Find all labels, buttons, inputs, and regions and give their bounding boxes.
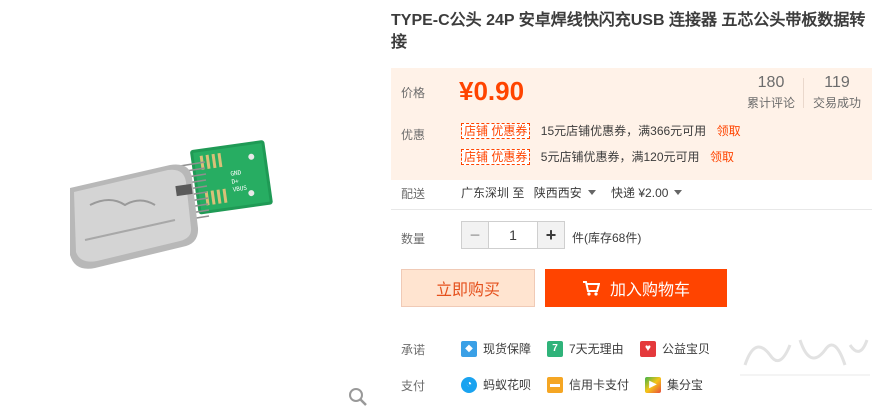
charity-heart-icon: ♥ <box>640 340 656 357</box>
coupon-label: 优惠 <box>401 128 426 142</box>
payment-huabei[interactable]: ◔ 蚂蚁花呗 <box>461 376 531 393</box>
claim-coupon-link[interactable]: 领取 <box>717 124 741 138</box>
seven-day-icon: 7 <box>547 340 563 357</box>
stock-info: 件(库存68件) <box>572 231 642 245</box>
payment-text: 集分宝 <box>667 378 704 392</box>
quantity-stepper: − 1 + <box>461 221 565 249</box>
price-panel: 价格 ¥0.90 180 累计评论 119 交易成功 优惠 店铺 优惠券 15元… <box>391 68 872 180</box>
delivery-label: 配送 <box>401 187 426 201</box>
watermark-logo <box>735 325 875 385</box>
decrease-button[interactable]: − <box>461 221 489 249</box>
coupon-text: 15元店铺优惠券，满366元可用 <box>540 124 707 138</box>
review-count[interactable]: 180 累计评论 <box>741 74 801 111</box>
promise-text: 公益宝贝 <box>662 342 711 356</box>
coupon-tag: 店铺 优惠券 <box>461 123 531 139</box>
quantity-input[interactable]: 1 <box>489 221 537 249</box>
ship-to-value: 陕西西安 <box>533 186 582 200</box>
product-image[interactable]: GND D+ VBUS <box>0 0 385 414</box>
payment-jifenbao[interactable]: ▶ 集分宝 <box>645 376 703 393</box>
delivery-info: 广东深圳 至 陕西西安 快递 ¥2.00 <box>461 184 688 201</box>
ship-from: 广东深圳 至 <box>461 186 525 200</box>
payment-text: 蚂蚁花呗 <box>483 378 532 392</box>
add-to-cart-button[interactable]: 加入购物车 <box>545 269 727 307</box>
increase-button[interactable]: + <box>537 221 565 249</box>
shipping-method-select[interactable]: 快递 ¥2.00 <box>611 186 688 200</box>
zoom-icon[interactable] <box>347 386 369 408</box>
svg-text:D+: D+ <box>231 178 240 186</box>
promise-text: 现货保障 <box>483 342 532 356</box>
buy-now-label: 立即购买 <box>435 282 500 299</box>
price-row: 价格 ¥0.90 180 累计评论 119 交易成功 <box>391 68 872 112</box>
coupon-text: 5元店铺优惠券，满120元可用 <box>540 150 700 164</box>
huabei-icon: ◔ <box>461 376 477 393</box>
divider <box>391 209 872 210</box>
promise-label: 承诺 <box>401 343 426 357</box>
payment-text: 信用卡支付 <box>569 378 630 392</box>
chevron-down-icon <box>587 190 596 196</box>
review-count-number: 180 <box>757 74 785 91</box>
coupon-item: 店铺 优惠券 5元店铺优惠券，满120元可用 领取 <box>461 148 734 166</box>
sales-count-number: 119 <box>824 74 850 91</box>
jifenbao-icon: ▶ <box>645 376 661 393</box>
payment-label: 支付 <box>401 379 426 393</box>
stat-divider <box>803 78 804 108</box>
sales-count-caption: 交易成功 <box>812 96 861 110</box>
in-stock-icon: ◆ <box>461 340 477 357</box>
payment-credit-card[interactable]: ▬ 信用卡支付 <box>547 376 629 393</box>
ship-to-select[interactable]: 陕西西安 <box>534 186 605 200</box>
product-title: TYPE-C公头 24P 安卓焊线快闪充USB 连接器 五芯公头带板数据转接 <box>391 12 866 51</box>
quantity-label: 数量 <box>401 232 426 246</box>
credit-card-icon: ▬ <box>547 376 563 393</box>
shipping-method-value: 快递 ¥2.00 <box>611 186 669 200</box>
promise-in-stock[interactable]: ◆ 现货保障 <box>461 340 531 357</box>
add-to-cart-label: 加入购物车 <box>609 282 690 299</box>
sales-count[interactable]: 119 交易成功 <box>807 74 867 111</box>
promise-charity[interactable]: ♥ 公益宝贝 <box>640 340 710 357</box>
coupon-tag: 店铺 优惠券 <box>461 149 531 165</box>
coupon-item: 店铺 优惠券 15元店铺优惠券，满366元可用 领取 <box>461 122 741 140</box>
cart-icon <box>582 281 600 296</box>
promise-text: 7天无理由 <box>569 342 624 356</box>
promise-7day-return[interactable]: 7 7天无理由 <box>547 340 624 357</box>
chevron-down-icon <box>674 190 683 196</box>
buy-now-button[interactable]: 立即购买 <box>401 269 535 307</box>
review-count-caption: 累计评论 <box>746 96 795 110</box>
price-label: 价格 <box>401 86 426 100</box>
claim-coupon-link[interactable]: 领取 <box>710 150 734 164</box>
price-value: ¥0.90 <box>459 76 525 106</box>
